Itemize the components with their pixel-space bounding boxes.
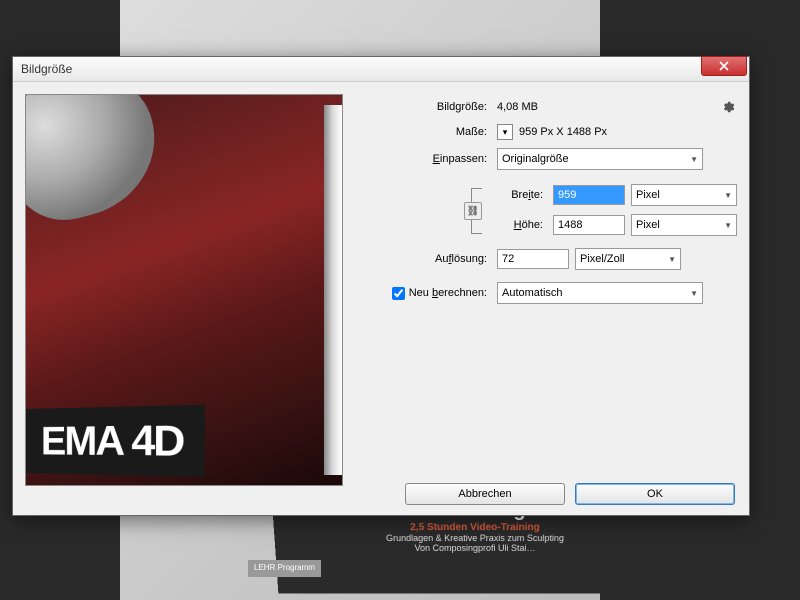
resample-label: Neu berechnen: bbox=[409, 287, 487, 299]
dimensions-label: Maße: bbox=[357, 126, 491, 138]
link-bracket: ⛓ bbox=[469, 184, 493, 236]
resample-label-wrap: Neu berechnen: bbox=[357, 287, 491, 300]
width-unit-value: Pixel bbox=[636, 189, 660, 201]
gear-icon[interactable] bbox=[719, 98, 737, 116]
cancel-button[interactable]: Abbrechen bbox=[405, 483, 565, 505]
preview-text: EMA 4D bbox=[25, 405, 205, 478]
ok-button[interactable]: OK bbox=[575, 483, 735, 505]
fit-select[interactable]: Originalgröße▼ bbox=[497, 148, 703, 170]
resample-select[interactable]: Automatisch▼ bbox=[497, 282, 703, 304]
height-label: Höhe: bbox=[495, 219, 547, 231]
height-unit-value: Pixel bbox=[636, 219, 660, 231]
bg-subtitle-3: Von Composingprofi Uli Stai… bbox=[279, 543, 671, 553]
resample-checkbox[interactable] bbox=[392, 287, 405, 300]
resample-value: Automatisch bbox=[502, 287, 563, 299]
height-unit-select[interactable]: Pixel▼ bbox=[631, 214, 737, 236]
fit-value: Originalgröße bbox=[502, 153, 569, 165]
height-input[interactable] bbox=[553, 215, 625, 235]
constrain-link-icon[interactable]: ⛓ bbox=[464, 202, 482, 220]
preview-pane[interactable]: EMA 4D bbox=[25, 94, 343, 486]
resolution-unit-value: Pixel/Zoll bbox=[580, 253, 625, 265]
lehr-badge: LEHR Programm bbox=[248, 560, 321, 577]
width-input[interactable] bbox=[553, 185, 625, 205]
resolution-label: Auflösung: bbox=[357, 253, 491, 265]
bg-subtitle-2: Grundlagen & Kreative Praxis zum Sculpti… bbox=[278, 533, 672, 543]
fit-label: Einpassen: bbox=[357, 153, 491, 165]
filesize-label: Bildgröße: bbox=[357, 101, 491, 113]
preview-edge bbox=[324, 105, 342, 475]
settings-panel: Bildgröße: 4,08 MB Maße: ▾ 959 Px X 1488… bbox=[357, 94, 737, 482]
dialog-footer: Abbrechen OK bbox=[405, 483, 735, 505]
width-unit-select[interactable]: Pixel▼ bbox=[631, 184, 737, 206]
resolution-input[interactable] bbox=[497, 249, 569, 269]
titlebar[interactable]: Bildgröße bbox=[13, 57, 749, 82]
dimensions-unit-toggle[interactable]: ▾ bbox=[497, 124, 513, 140]
dialog-title: Bildgröße bbox=[21, 62, 72, 76]
close-button[interactable] bbox=[701, 56, 747, 76]
bg-subtitle-1: 2,5 Stunden Video-Training bbox=[277, 522, 672, 533]
width-label: Breite: bbox=[495, 189, 547, 201]
resolution-unit-select[interactable]: Pixel/Zoll▼ bbox=[575, 248, 681, 270]
image-size-dialog: Bildgröße EMA 4D Bildgröße: 4,08 MB Maße… bbox=[12, 56, 750, 516]
filesize-value: 4,08 MB bbox=[497, 101, 538, 113]
dimensions-value: 959 Px X 1488 Px bbox=[519, 126, 607, 138]
